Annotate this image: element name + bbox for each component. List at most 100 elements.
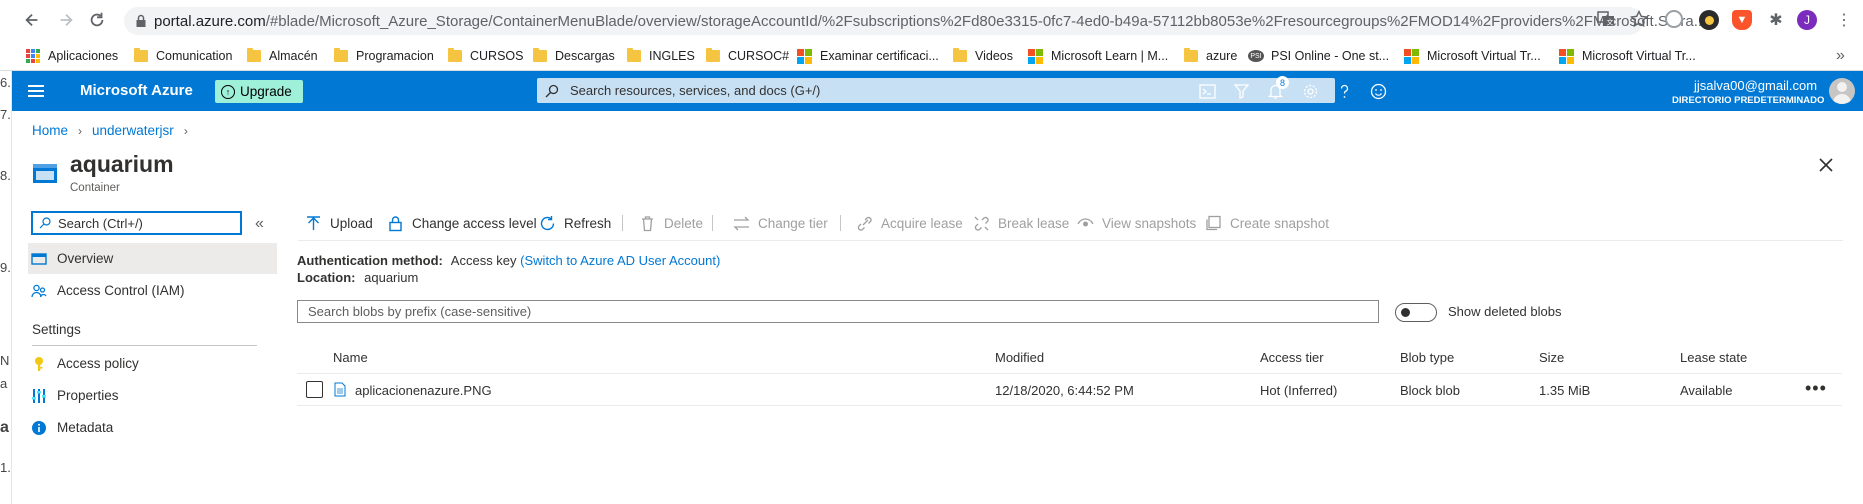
account-email[interactable]: jjsalva00@gmail.com bbox=[1694, 78, 1817, 93]
extensions-puzzle-icon[interactable]: ✱ bbox=[1766, 10, 1786, 30]
broken-link-icon bbox=[973, 215, 990, 232]
brave-shield-icon[interactable]: ▼ bbox=[1732, 10, 1752, 30]
back-arrow-icon[interactable] bbox=[22, 10, 42, 30]
bookmark-virtual-training-1[interactable]: Microsoft Virtual Tr... bbox=[1404, 47, 1541, 65]
column-header-blob-type[interactable]: Blob type bbox=[1400, 350, 1454, 365]
help-question-icon[interactable] bbox=[1333, 80, 1355, 102]
bookmark-descargas[interactable]: Descargas bbox=[533, 47, 615, 65]
change-access-level-button[interactable]: Change access level bbox=[387, 210, 537, 236]
bookmark-virtual-training-2[interactable]: Microsoft Virtual Tr... bbox=[1559, 47, 1696, 65]
peek-text: N bbox=[0, 353, 10, 368]
menu-item-overview[interactable]: Overview bbox=[28, 243, 277, 274]
folder-icon bbox=[448, 48, 462, 62]
column-header-modified[interactable]: Modified bbox=[995, 350, 1044, 365]
cloud-shell-icon[interactable] bbox=[1196, 80, 1218, 102]
folder-icon bbox=[334, 48, 348, 62]
bookmarks-overflow-icon[interactable]: » bbox=[1836, 47, 1845, 65]
table-row[interactable]: aplicacionenazure.PNG 12/18/2020, 6:44:5… bbox=[297, 374, 1842, 406]
page-title: aquarium bbox=[70, 151, 174, 177]
column-header-name[interactable]: Name bbox=[333, 350, 368, 365]
search-icon bbox=[545, 84, 559, 97]
microsoft-icon bbox=[1559, 48, 1574, 64]
bookmark-star-icon[interactable] bbox=[1630, 10, 1648, 28]
hamburger-menu-icon[interactable] bbox=[28, 85, 44, 97]
profile-avatar-icon[interactable]: J bbox=[1797, 10, 1817, 30]
refresh-button[interactable]: Refresh bbox=[539, 210, 611, 236]
browser-menu-icon[interactable]: ⋮ bbox=[1834, 10, 1854, 30]
feedback-smiley-icon[interactable] bbox=[1367, 80, 1389, 102]
extension-lens-icon[interactable] bbox=[1699, 10, 1719, 30]
bookmark-cursoc[interactable]: CURSOC# bbox=[706, 47, 789, 65]
bookmark-comunication[interactable]: Comunication bbox=[134, 47, 232, 65]
bookmark-videos[interactable]: Videos bbox=[953, 47, 1013, 65]
menu-search[interactable] bbox=[31, 211, 242, 235]
menu-item-metadata[interactable]: Metadata bbox=[28, 412, 277, 443]
forward-arrow-icon[interactable] bbox=[56, 10, 76, 30]
users-icon bbox=[31, 283, 47, 299]
delete-button[interactable]: Delete bbox=[639, 210, 703, 236]
directory-filter-icon[interactable] bbox=[1230, 80, 1252, 102]
bookmark-microsoft-learn[interactable]: Microsoft Learn | M... bbox=[1028, 47, 1168, 65]
bookmark-psi-online[interactable]: PSI PSI Online - One st... bbox=[1248, 47, 1389, 65]
upload-button[interactable]: Upload bbox=[305, 210, 373, 236]
show-deleted-toggle[interactable] bbox=[1395, 303, 1437, 322]
acquire-lease-button[interactable]: Acquire lease bbox=[856, 210, 963, 236]
account-avatar[interactable] bbox=[1829, 78, 1855, 104]
refresh-label: Refresh bbox=[564, 215, 612, 231]
account-directory[interactable]: DIRECTORIO PREDETERMINADO bbox=[1672, 95, 1824, 106]
row-more-options-icon[interactable]: ••• bbox=[1805, 378, 1827, 399]
break-lease-button[interactable]: Break lease bbox=[973, 210, 1069, 236]
bookmark-almacen[interactable]: Almacén bbox=[247, 47, 318, 65]
row-checkbox[interactable] bbox=[306, 381, 323, 398]
url-text: portal.azure.com/#blade/Microsoft_Azure_… bbox=[154, 13, 1707, 30]
break-lease-label: Break lease bbox=[998, 215, 1070, 231]
bookmark-azure[interactable]: azure bbox=[1184, 47, 1237, 65]
view-snapshots-button[interactable]: View snapshots bbox=[1077, 210, 1196, 236]
bookmark-programacion[interactable]: Programacion bbox=[334, 47, 434, 65]
folder-icon bbox=[1184, 48, 1198, 62]
folder-icon bbox=[953, 48, 967, 62]
translate-icon[interactable]: 文 bbox=[1597, 10, 1615, 28]
breadcrumb-home[interactable]: Home bbox=[32, 123, 68, 138]
folder-icon bbox=[706, 48, 720, 62]
close-icon[interactable] bbox=[1816, 155, 1836, 175]
upgrade-button[interactable]: ↑ Upgrade bbox=[215, 80, 303, 103]
apps-icon bbox=[26, 49, 40, 63]
column-header-lease-state[interactable]: Lease state bbox=[1680, 350, 1747, 365]
address-bar[interactable]: portal.azure.com/#blade/Microsoft_Azure_… bbox=[124, 7, 1706, 35]
bookmark-aplicaciones[interactable]: Aplicaciones bbox=[26, 47, 118, 65]
menu-item-access-policy[interactable]: Access policy bbox=[28, 348, 277, 379]
menu-item-properties[interactable]: Properties bbox=[28, 380, 277, 411]
svg-text:文: 文 bbox=[1607, 18, 1614, 27]
reload-icon[interactable] bbox=[87, 10, 107, 30]
collapse-menu-icon[interactable]: « bbox=[255, 215, 264, 233]
blob-search[interactable] bbox=[297, 300, 1379, 323]
column-header-size[interactable]: Size bbox=[1539, 350, 1564, 365]
microsoft-icon bbox=[797, 48, 812, 64]
properties-sliders-icon bbox=[31, 388, 47, 404]
blob-access-tier: Hot (Inferred) bbox=[1260, 383, 1338, 398]
column-header-access-tier[interactable]: Access tier bbox=[1260, 350, 1324, 365]
blob-name[interactable]: aplicacionenazure.PNG bbox=[355, 383, 492, 398]
switch-auth-link[interactable]: (Switch to Azure AD User Account) bbox=[520, 253, 720, 268]
breadcrumb-storage-account[interactable]: underwaterjsr bbox=[92, 123, 174, 138]
bookmark-cursos[interactable]: CURSOS bbox=[448, 47, 523, 65]
notifications-bell-icon[interactable]: 8 bbox=[1264, 76, 1289, 102]
menu-search-input[interactable] bbox=[56, 214, 236, 232]
azure-brand[interactable]: Microsoft Azure bbox=[80, 82, 193, 99]
peek-text: 6. bbox=[0, 75, 11, 90]
bookmark-ingles[interactable]: INGLES bbox=[627, 47, 695, 65]
menu-item-access-control[interactable]: Access Control (IAM) bbox=[28, 275, 277, 306]
chevron-right-icon: › bbox=[183, 123, 188, 138]
global-search-input[interactable] bbox=[568, 82, 1268, 99]
location-value: aquarium bbox=[364, 270, 419, 285]
extension-compass-icon[interactable] bbox=[1665, 10, 1683, 28]
location-label: Location: bbox=[297, 270, 356, 285]
change-tier-button[interactable]: Change tier bbox=[733, 210, 828, 236]
bookmark-examinar[interactable]: Examinar certificaci... bbox=[797, 47, 939, 65]
blob-search-input[interactable] bbox=[306, 303, 1356, 320]
snapshot-icon bbox=[1205, 215, 1222, 232]
upgrade-arrow-icon: ↑ bbox=[221, 84, 235, 99]
settings-gear-icon[interactable] bbox=[1299, 80, 1321, 102]
create-snapshot-button[interactable]: Create snapshot bbox=[1205, 210, 1329, 236]
